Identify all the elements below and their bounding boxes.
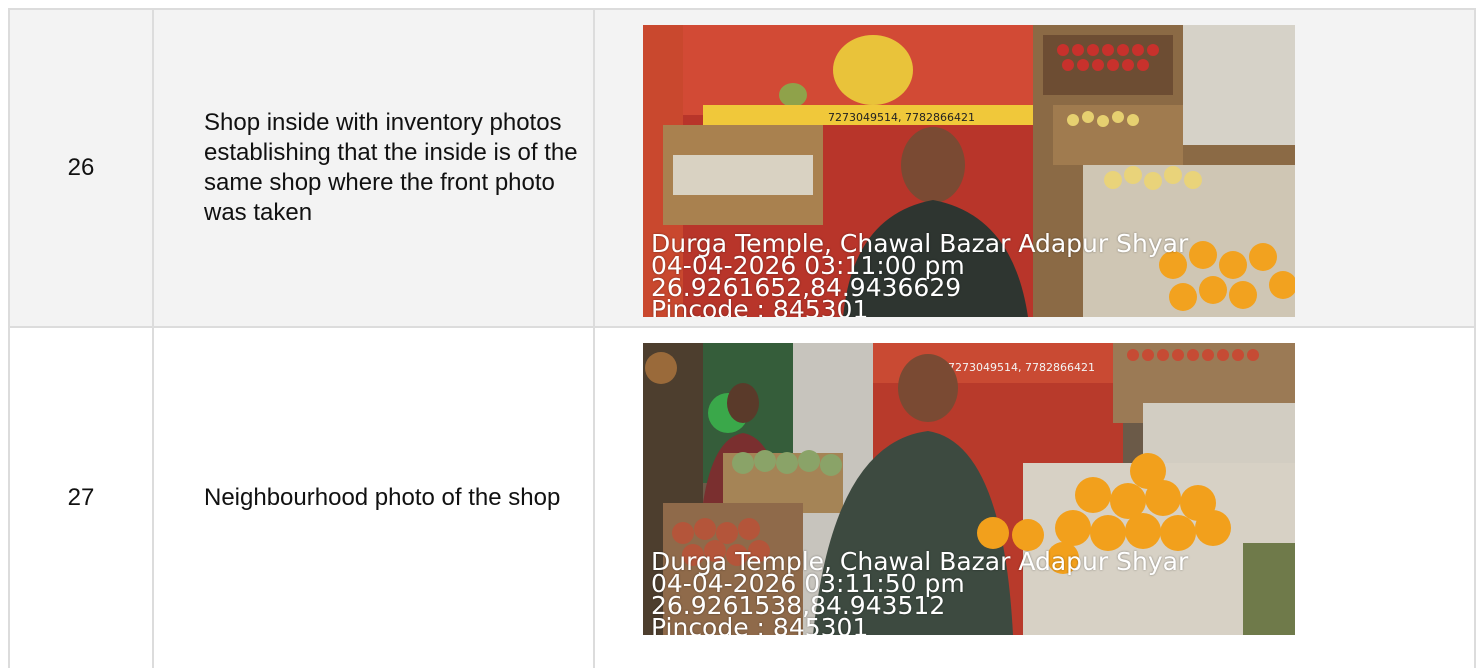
row-number-cell: 27	[10, 328, 154, 668]
description-cell: Neighbourhood photo of the shop	[154, 328, 595, 668]
stamp-pincode: Pincode : 845301	[651, 295, 869, 317]
photo-cell: 7273049514, 7782866421 Durga Temple, Cha…	[595, 10, 1474, 326]
shop-inside-photo: 7273049514, 7782866421 Durga Temple, Cha…	[643, 25, 1295, 317]
photo-cell: 7273049514, 7782866421 Durga Temple, Cha…	[595, 328, 1474, 668]
row-number: 27	[67, 484, 95, 511]
phone-sign: 7273049514, 7782866421	[948, 361, 1095, 374]
description-cell: Shop inside with inventory photos establ…	[154, 10, 595, 326]
photo-geo-stamp: Durga Temple, Chawal Bazar Adapur Shyar …	[651, 549, 1295, 635]
row-description: Neighbourhood photo of the shop	[204, 484, 561, 511]
table-row: 26 Shop inside with inventory photos est…	[10, 10, 1474, 328]
row-number-cell: 26	[10, 10, 154, 326]
stamp-pincode: Pincode : 845301	[651, 613, 869, 635]
evidence-table: 26 Shop inside with inventory photos est…	[8, 8, 1476, 668]
row-number: 26	[67, 154, 95, 181]
photo-geo-stamp: Durga Temple, Chawal Bazar Adapur Shyar …	[651, 231, 1295, 317]
phone-sign: 7273049514, 7782866421	[828, 111, 975, 124]
table-row: 27 Neighbourhood photo of the shop 72730…	[10, 328, 1474, 668]
row-description: Shop inside with inventory photos establ…	[204, 109, 578, 226]
neighbourhood-photo: 7273049514, 7782866421 Durga Temple, Cha…	[643, 343, 1295, 635]
